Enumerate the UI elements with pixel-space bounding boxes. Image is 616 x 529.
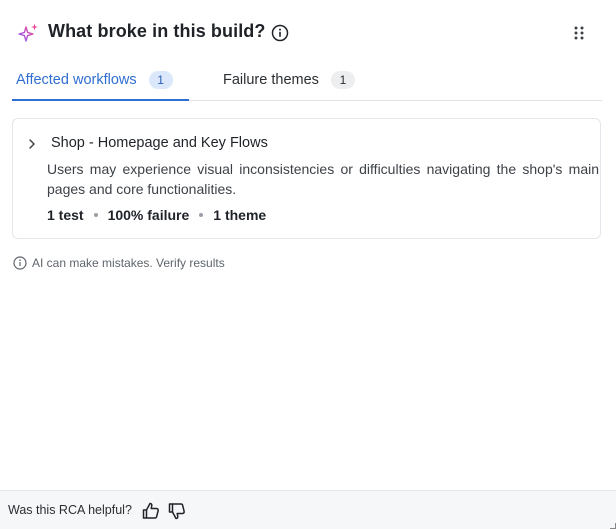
- feedback-question: Was this RCA helpful?: [8, 503, 132, 517]
- separator-dot: [93, 213, 98, 217]
- theme-count: 1 theme: [213, 207, 267, 223]
- ai-disclaimer: AI can make mistakes. Verify results: [13, 256, 225, 270]
- disclaimer-text: AI can make mistakes. Verify results: [32, 256, 225, 270]
- sparkle-icon: [18, 23, 38, 42]
- thumbs-down-icon[interactable]: [167, 501, 187, 521]
- info-icon: [13, 256, 27, 270]
- feedback-bar: Was this RCA helpful?: [0, 490, 616, 529]
- failure-rate: 100% failure: [107, 207, 190, 223]
- tab-label: Failure themes: [223, 72, 319, 88]
- panel-title: What broke in this build?: [48, 21, 266, 41]
- tab-count-badge: 1: [148, 70, 173, 89]
- grip-icon[interactable]: [571, 25, 587, 41]
- tab-failure-themes[interactable]: Failure themes 1: [223, 60, 355, 100]
- workflow-description: Users may experience visual inconsistenc…: [47, 161, 599, 197]
- tab-count-badge: 1: [330, 71, 355, 89]
- workflow-card: Shop - Homepage and Key Flows Users may …: [12, 118, 601, 239]
- thumbs-up-icon[interactable]: [141, 501, 161, 521]
- info-icon[interactable]: [271, 24, 289, 42]
- chevron-right-icon[interactable]: [25, 137, 39, 151]
- panel-header: What broke in this build?: [0, 0, 616, 64]
- workflow-stats: 1 test 100% failure 1 theme: [47, 207, 266, 223]
- tab-label: Affected workflows: [16, 71, 137, 88]
- tab-affected-workflows[interactable]: Affected workflows 1: [12, 60, 189, 101]
- test-count: 1 test: [47, 207, 84, 223]
- tab-bar: Affected workflows 1 Failure themes 1: [12, 60, 602, 101]
- workflow-title[interactable]: Shop - Homepage and Key Flows: [51, 135, 268, 151]
- resize-handle[interactable]: [610, 523, 616, 529]
- rca-panel: What broke in this build? Affected workf…: [0, 0, 616, 529]
- separator-dot: [199, 213, 204, 217]
